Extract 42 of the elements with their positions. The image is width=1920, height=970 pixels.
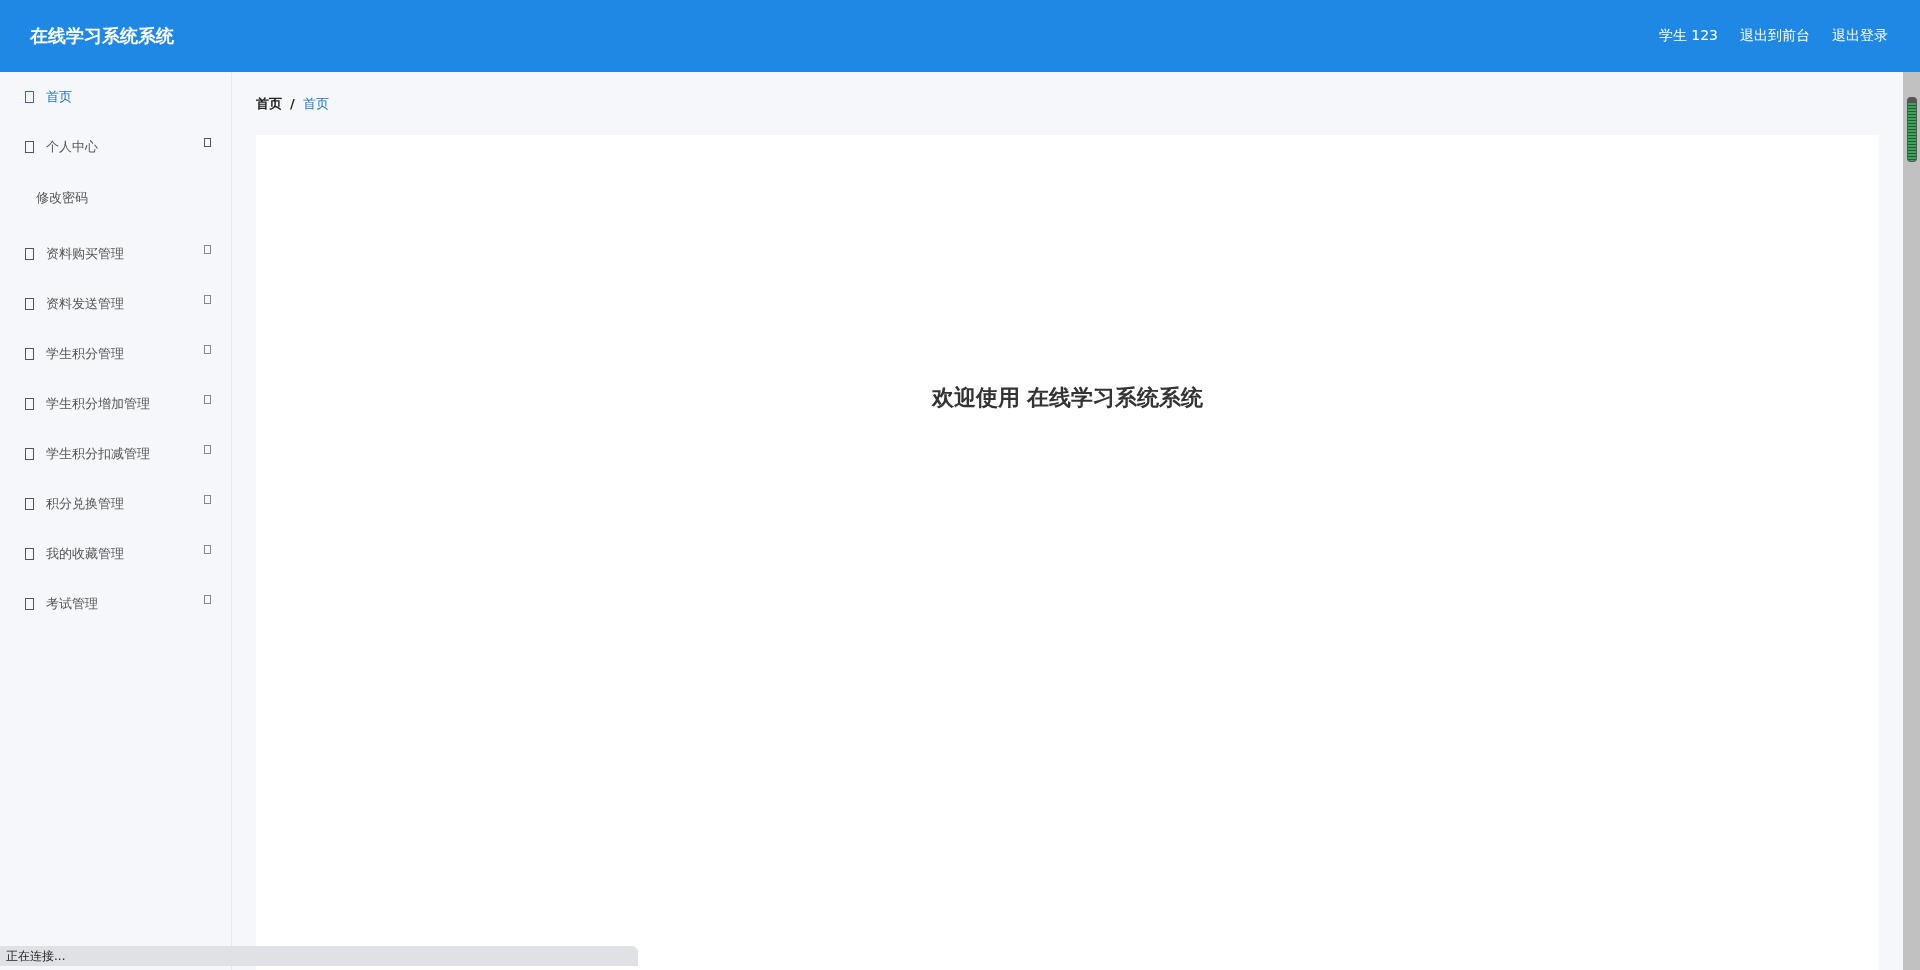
menu-label: 个人中心 <box>46 138 99 156</box>
square-icon <box>25 498 34 510</box>
menu-label: 学生积分扣减管理 <box>46 445 151 463</box>
menu-item[interactable]: 资料发送管理 <box>0 279 231 329</box>
square-icon <box>25 298 34 310</box>
app-title: 在线学习系统系统 <box>30 24 174 48</box>
breadcrumb-link[interactable]: 首页 <box>302 94 329 113</box>
square-icon <box>25 141 34 153</box>
header-link[interactable]: 退出登录 <box>1832 27 1888 45</box>
menu-label: 考试管理 <box>46 595 99 613</box>
square-icon <box>25 91 34 103</box>
user-name: 学生 123 <box>1658 27 1718 45</box>
breadcrumb-link[interactable]: 首页 <box>256 94 282 113</box>
menu-item[interactable]: 学生积分增加管理 <box>0 379 231 429</box>
welcome-heading: 欢迎使用 在线学习系统系统 <box>931 384 1204 412</box>
square-icon <box>25 248 34 260</box>
breadcrumb-separator: / <box>290 96 295 111</box>
header-link[interactable]: 退出到前台 <box>1740 27 1810 45</box>
menu-item[interactable]: 首页 <box>0 72 231 122</box>
menu-item[interactable]: 学生积分管理 <box>0 329 231 379</box>
square-icon <box>25 448 34 460</box>
square-icon <box>25 598 34 610</box>
menu-label: 资料发送管理 <box>46 295 125 313</box>
square-icon <box>25 348 34 360</box>
menu-label: 资料购买管理 <box>46 245 125 263</box>
submenu-item[interactable]: 修改密码 <box>0 172 231 229</box>
square-icon <box>25 548 34 560</box>
menu-label: 学生积分管理 <box>46 345 125 363</box>
menu-item[interactable]: 我的收藏管理 <box>0 529 231 579</box>
menu-item[interactable]: 个人中心 <box>0 122 231 172</box>
menu-label: 积分兑换管理 <box>46 495 125 513</box>
menu-label: 首页 <box>46 88 73 106</box>
status-text: 正在连接... <box>6 947 66 965</box>
scrollbar-thumb[interactable] <box>1907 97 1917 162</box>
menu-item[interactable]: 积分兑换管理 <box>0 479 231 529</box>
scrollbar[interactable] <box>1903 72 1920 970</box>
menu-item[interactable]: 学生积分扣减管理 <box>0 429 231 479</box>
menu-label: 我的收藏管理 <box>46 545 125 563</box>
menu-item[interactable]: 考试管理 <box>0 579 231 629</box>
menu-label: 学生积分增加管理 <box>46 395 151 413</box>
menu-item[interactable]: 资料购买管理 <box>0 229 231 279</box>
square-icon <box>25 398 34 410</box>
